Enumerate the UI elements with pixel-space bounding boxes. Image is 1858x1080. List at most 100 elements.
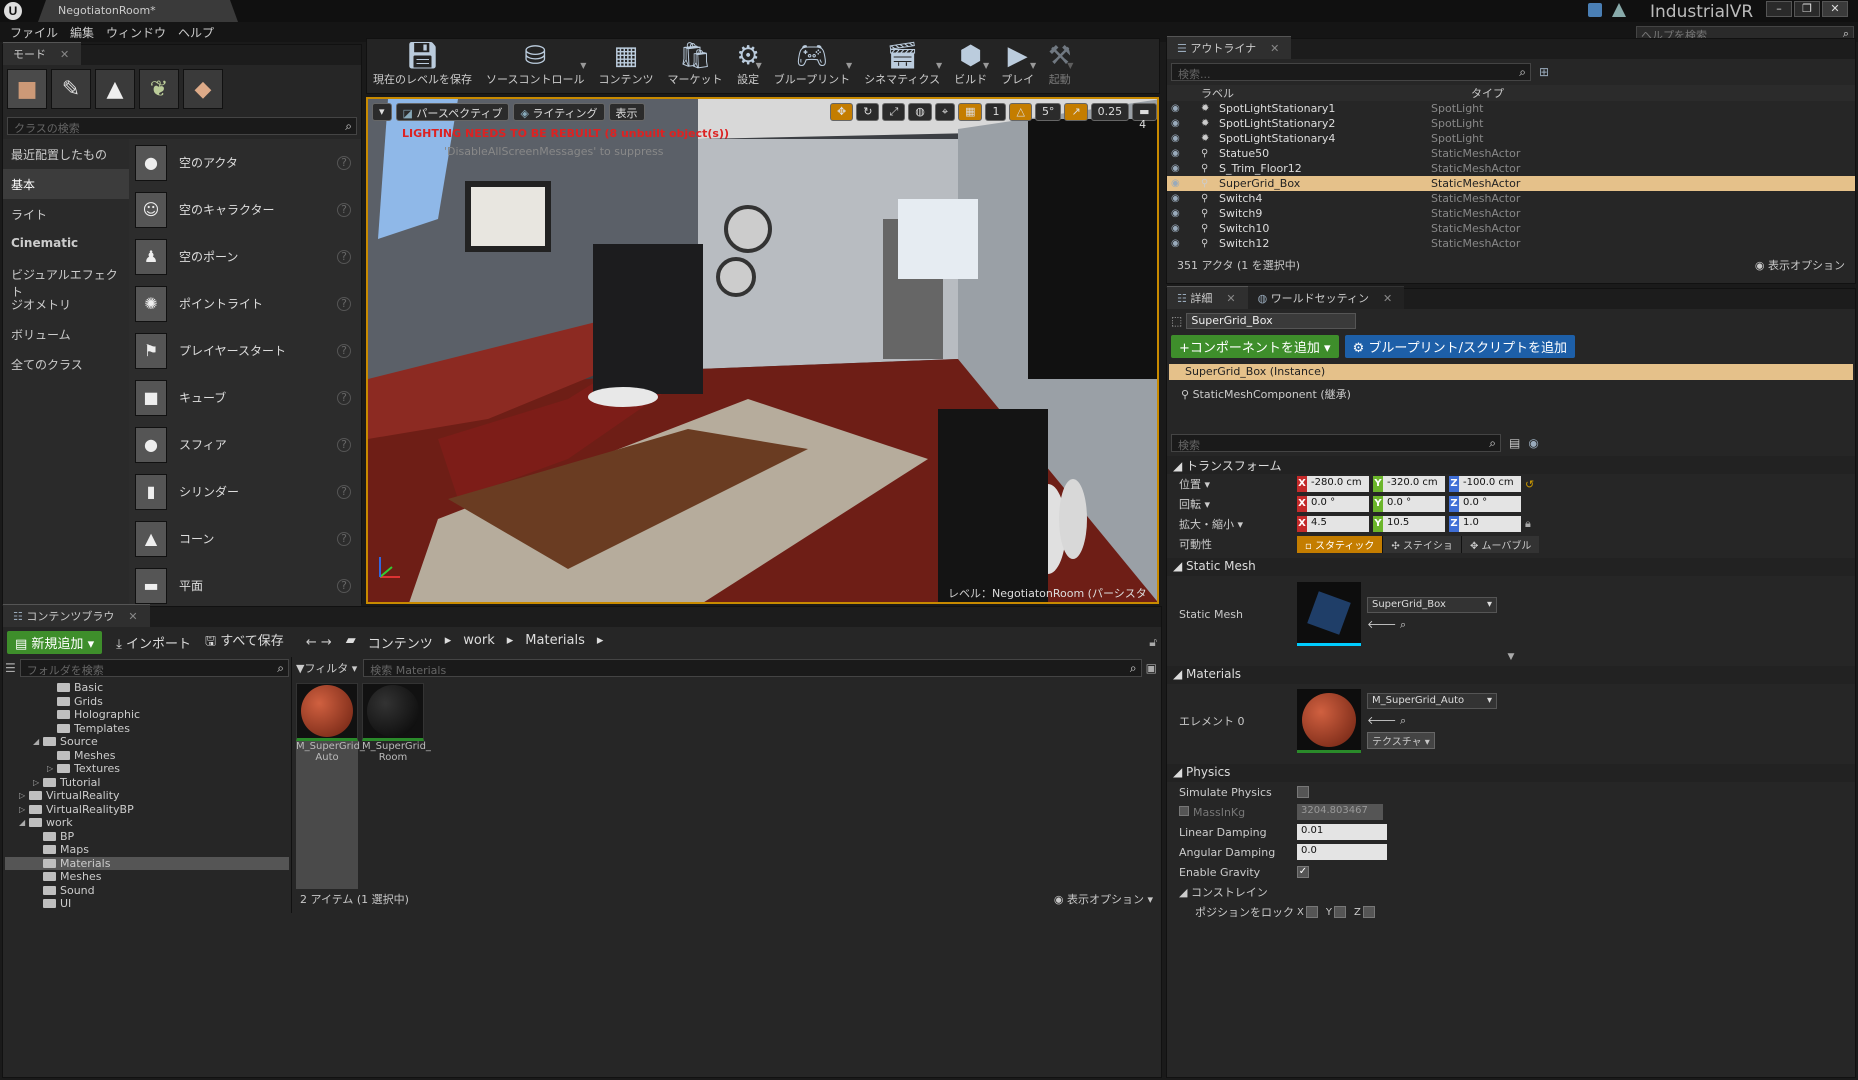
sources-toggle-icon[interactable]: ☰ (5, 661, 16, 675)
location-z[interactable]: Z -100.0 cm (1449, 476, 1521, 492)
lock-z-checkbox[interactable] (1362, 906, 1375, 918)
asset-search-input[interactable]: 検索 Materials ⌕ (363, 659, 1142, 677)
lock-icon[interactable]: 🔓︎ (1149, 635, 1157, 650)
scale-z[interactable]: Z 1.0 (1449, 516, 1521, 532)
eye-icon[interactable]: ◉ (1528, 436, 1538, 450)
folder-tree-item[interactable]: Holographic (5, 708, 289, 722)
visibility-eye-icon[interactable]: ◉ (1171, 118, 1183, 129)
location-y-field[interactable]: -320.0 cm (1383, 476, 1445, 492)
outliner-row[interactable]: ◉ ✹ SpotLightStationary2 SpotLight (1167, 116, 1855, 131)
simulate-physics-checkbox[interactable] (1297, 786, 1309, 798)
rotation-z-field[interactable]: 0.0 ° (1459, 496, 1521, 512)
breadcrumb-work[interactable]: work (463, 633, 494, 652)
expand-icon[interactable]: ▼ (1167, 652, 1855, 662)
landscape-mode-button[interactable]: ▲ (95, 69, 135, 109)
expand-arrow-icon[interactable]: ▷ (33, 778, 43, 787)
filter-button[interactable]: ▼フィルタ ▾ (296, 660, 357, 676)
actor-item[interactable]: ✺ ポイントライト? (129, 280, 361, 327)
folder-tree-item[interactable]: ▷ VirtualReality (5, 789, 289, 803)
tab-details[interactable]: ☷ 詳細 ✕ (1167, 286, 1248, 309)
tab-world-settings[interactable]: ◍ ワールドセッティン ✕ (1247, 286, 1405, 309)
perspective-button[interactable]: ◪ パースペクティブ (395, 103, 510, 121)
add-component-button[interactable]: +コンポーネントを追加 ▾ (1171, 335, 1339, 358)
rotation-snap-button[interactable]: △ (1009, 103, 1032, 121)
category-basic[interactable]: 基本 (3, 169, 129, 199)
actor-item[interactable]: ⚑ プレイヤースタート? (129, 327, 361, 374)
folder-tree-item[interactable]: ◢ work (5, 816, 289, 830)
help-icon[interactable]: ? (337, 437, 351, 452)
mobility-static[interactable]: ▫ スタティック (1297, 535, 1383, 553)
help-icon[interactable]: ? (337, 484, 351, 499)
chevron-down-icon[interactable]: ▼ (846, 61, 852, 70)
use-selected-icon[interactable]: 🡐 (1367, 618, 1400, 631)
visibility-eye-icon[interactable]: ◉ (1171, 163, 1183, 174)
actor-item[interactable]: ♟ 空のポーン? (129, 233, 361, 280)
blueprint-script-button[interactable]: ⚙ ブループリント/スクリプトを追加 (1344, 335, 1575, 358)
folder-tree-item[interactable]: Sound (5, 884, 289, 898)
folder-tree-item[interactable]: Meshes (5, 870, 289, 884)
rotation-y[interactable]: Y 0.0 ° (1373, 496, 1445, 512)
category-visual-effects[interactable]: ビジュアルエフェクト (3, 259, 129, 299)
toolbar-source-control-button[interactable]: ⛁ ソースコントロール ▼ (486, 39, 586, 89)
browse-icon[interactable]: ⌕ (1400, 714, 1406, 727)
materials-section-header[interactable]: ◢ Materials (1167, 666, 1855, 684)
breadcrumb-content[interactable]: コンテンツ (368, 633, 433, 652)
menu-help[interactable]: ヘルプ (178, 22, 222, 42)
details-search-input[interactable]: 検索 ⌕ (1171, 434, 1501, 452)
help-icon[interactable]: ? (337, 531, 351, 546)
location-z-field[interactable]: -100.0 cm (1459, 476, 1521, 492)
camera-speed-button[interactable]: ▬ 4 (1132, 103, 1157, 131)
scale-x-field[interactable]: 4.5 (1307, 516, 1369, 532)
category-all-classes[interactable]: 全てのクラス (3, 349, 129, 379)
asset-view-options[interactable]: ◉ 表示オプション ▾ (1054, 891, 1153, 907)
mass-override-checkbox[interactable] (1179, 805, 1189, 816)
show-button[interactable]: 表示 (608, 103, 645, 121)
breadcrumb-materials[interactable]: Materials (525, 633, 585, 652)
scale-snap-button[interactable]: ↗ (1064, 103, 1088, 121)
document-tab[interactable]: NegotiatonRoom* (38, 0, 238, 22)
lock-icon[interactable]: 🔒︎ (1525, 517, 1531, 531)
visibility-eye-icon[interactable]: ◉ (1171, 148, 1183, 159)
close-icon[interactable]: ✕ (1270, 42, 1279, 55)
physics-section-header[interactable]: ◢ Physics (1167, 764, 1855, 782)
folder-tree-item[interactable]: ▷ VirtualRealityBP (5, 803, 289, 817)
chevron-down-icon[interactable]: ▼ (1030, 61, 1036, 70)
back-arrow-icon[interactable]: ← (306, 635, 321, 650)
expand-arrow-icon[interactable]: ▷ (47, 764, 57, 773)
use-selected-icon[interactable]: 🡐 (1367, 714, 1400, 727)
translate-mode-button[interactable]: ✥ (830, 103, 854, 121)
scale-snap-value[interactable]: 0.25 (1090, 103, 1130, 121)
add-new-button[interactable]: ▤ 新規追加 ▾ (7, 630, 103, 654)
add-folder-icon[interactable]: ⊞ (1539, 65, 1549, 79)
outliner-row[interactable]: ◉ ✹ SpotLightStationary1 SpotLight (1167, 101, 1855, 116)
help-icon[interactable]: ? (337, 249, 351, 264)
scale-x[interactable]: X 4.5 (1297, 516, 1369, 532)
viewport-options-button[interactable]: ▾ (372, 103, 392, 121)
geometry-mode-button[interactable]: ◆ (183, 69, 223, 109)
linear-damping-field[interactable]: 0.01 (1297, 824, 1387, 840)
grid-view-icon[interactable]: ▤ (1509, 436, 1520, 450)
save-all-button[interactable]: 🖫︎ すべて保存 (205, 630, 284, 654)
actor-item[interactable]: ▲ コーン? (129, 515, 361, 562)
expand-arrow-icon[interactable]: ◢ (19, 818, 29, 827)
actor-item[interactable]: ▬ 平面? (129, 562, 361, 609)
expand-arrow-icon[interactable]: ▷ (19, 805, 29, 814)
actor-name-field[interactable]: SuperGrid_Box (1186, 313, 1357, 329)
lock-x-checkbox[interactable] (1305, 906, 1318, 918)
material-dropdown[interactable]: M_SuperGrid_Auto ▾ (1367, 693, 1497, 709)
expand-arrow-icon[interactable]: ▷ (19, 791, 29, 800)
scale-z-field[interactable]: 1.0 (1459, 516, 1521, 532)
close-button[interactable]: ✕ (1822, 1, 1848, 17)
folder-tree-item[interactable]: Basic (5, 681, 289, 695)
folder-tree-item[interactable]: Grids (5, 695, 289, 709)
outliner-row[interactable]: ◉ ⚲ Statue50 StaticMeshActor (1167, 146, 1855, 161)
toolbar-blueprint-button[interactable]: 🎮︎ ブループリント ▼ (774, 39, 852, 89)
maximize-button[interactable]: ❐ (1794, 1, 1820, 17)
chevron-down-icon[interactable]: ▼ (936, 61, 942, 70)
level-viewport[interactable]: ▾ ◪ パースペクティブ ◈ ライティング 表示 ✥ ↻ ⤢ ◍ ⌖ ▦ 1 △… (366, 97, 1159, 604)
menu-edit[interactable]: 編集 (70, 22, 102, 42)
category-cinematic[interactable]: Cinematic (3, 229, 129, 259)
rotation-y-field[interactable]: 0.0 ° (1383, 496, 1445, 512)
minimize-button[interactable]: – (1766, 1, 1792, 17)
component-row[interactable]: ⚲ StaticMeshComponent (継承) (1167, 380, 1855, 408)
